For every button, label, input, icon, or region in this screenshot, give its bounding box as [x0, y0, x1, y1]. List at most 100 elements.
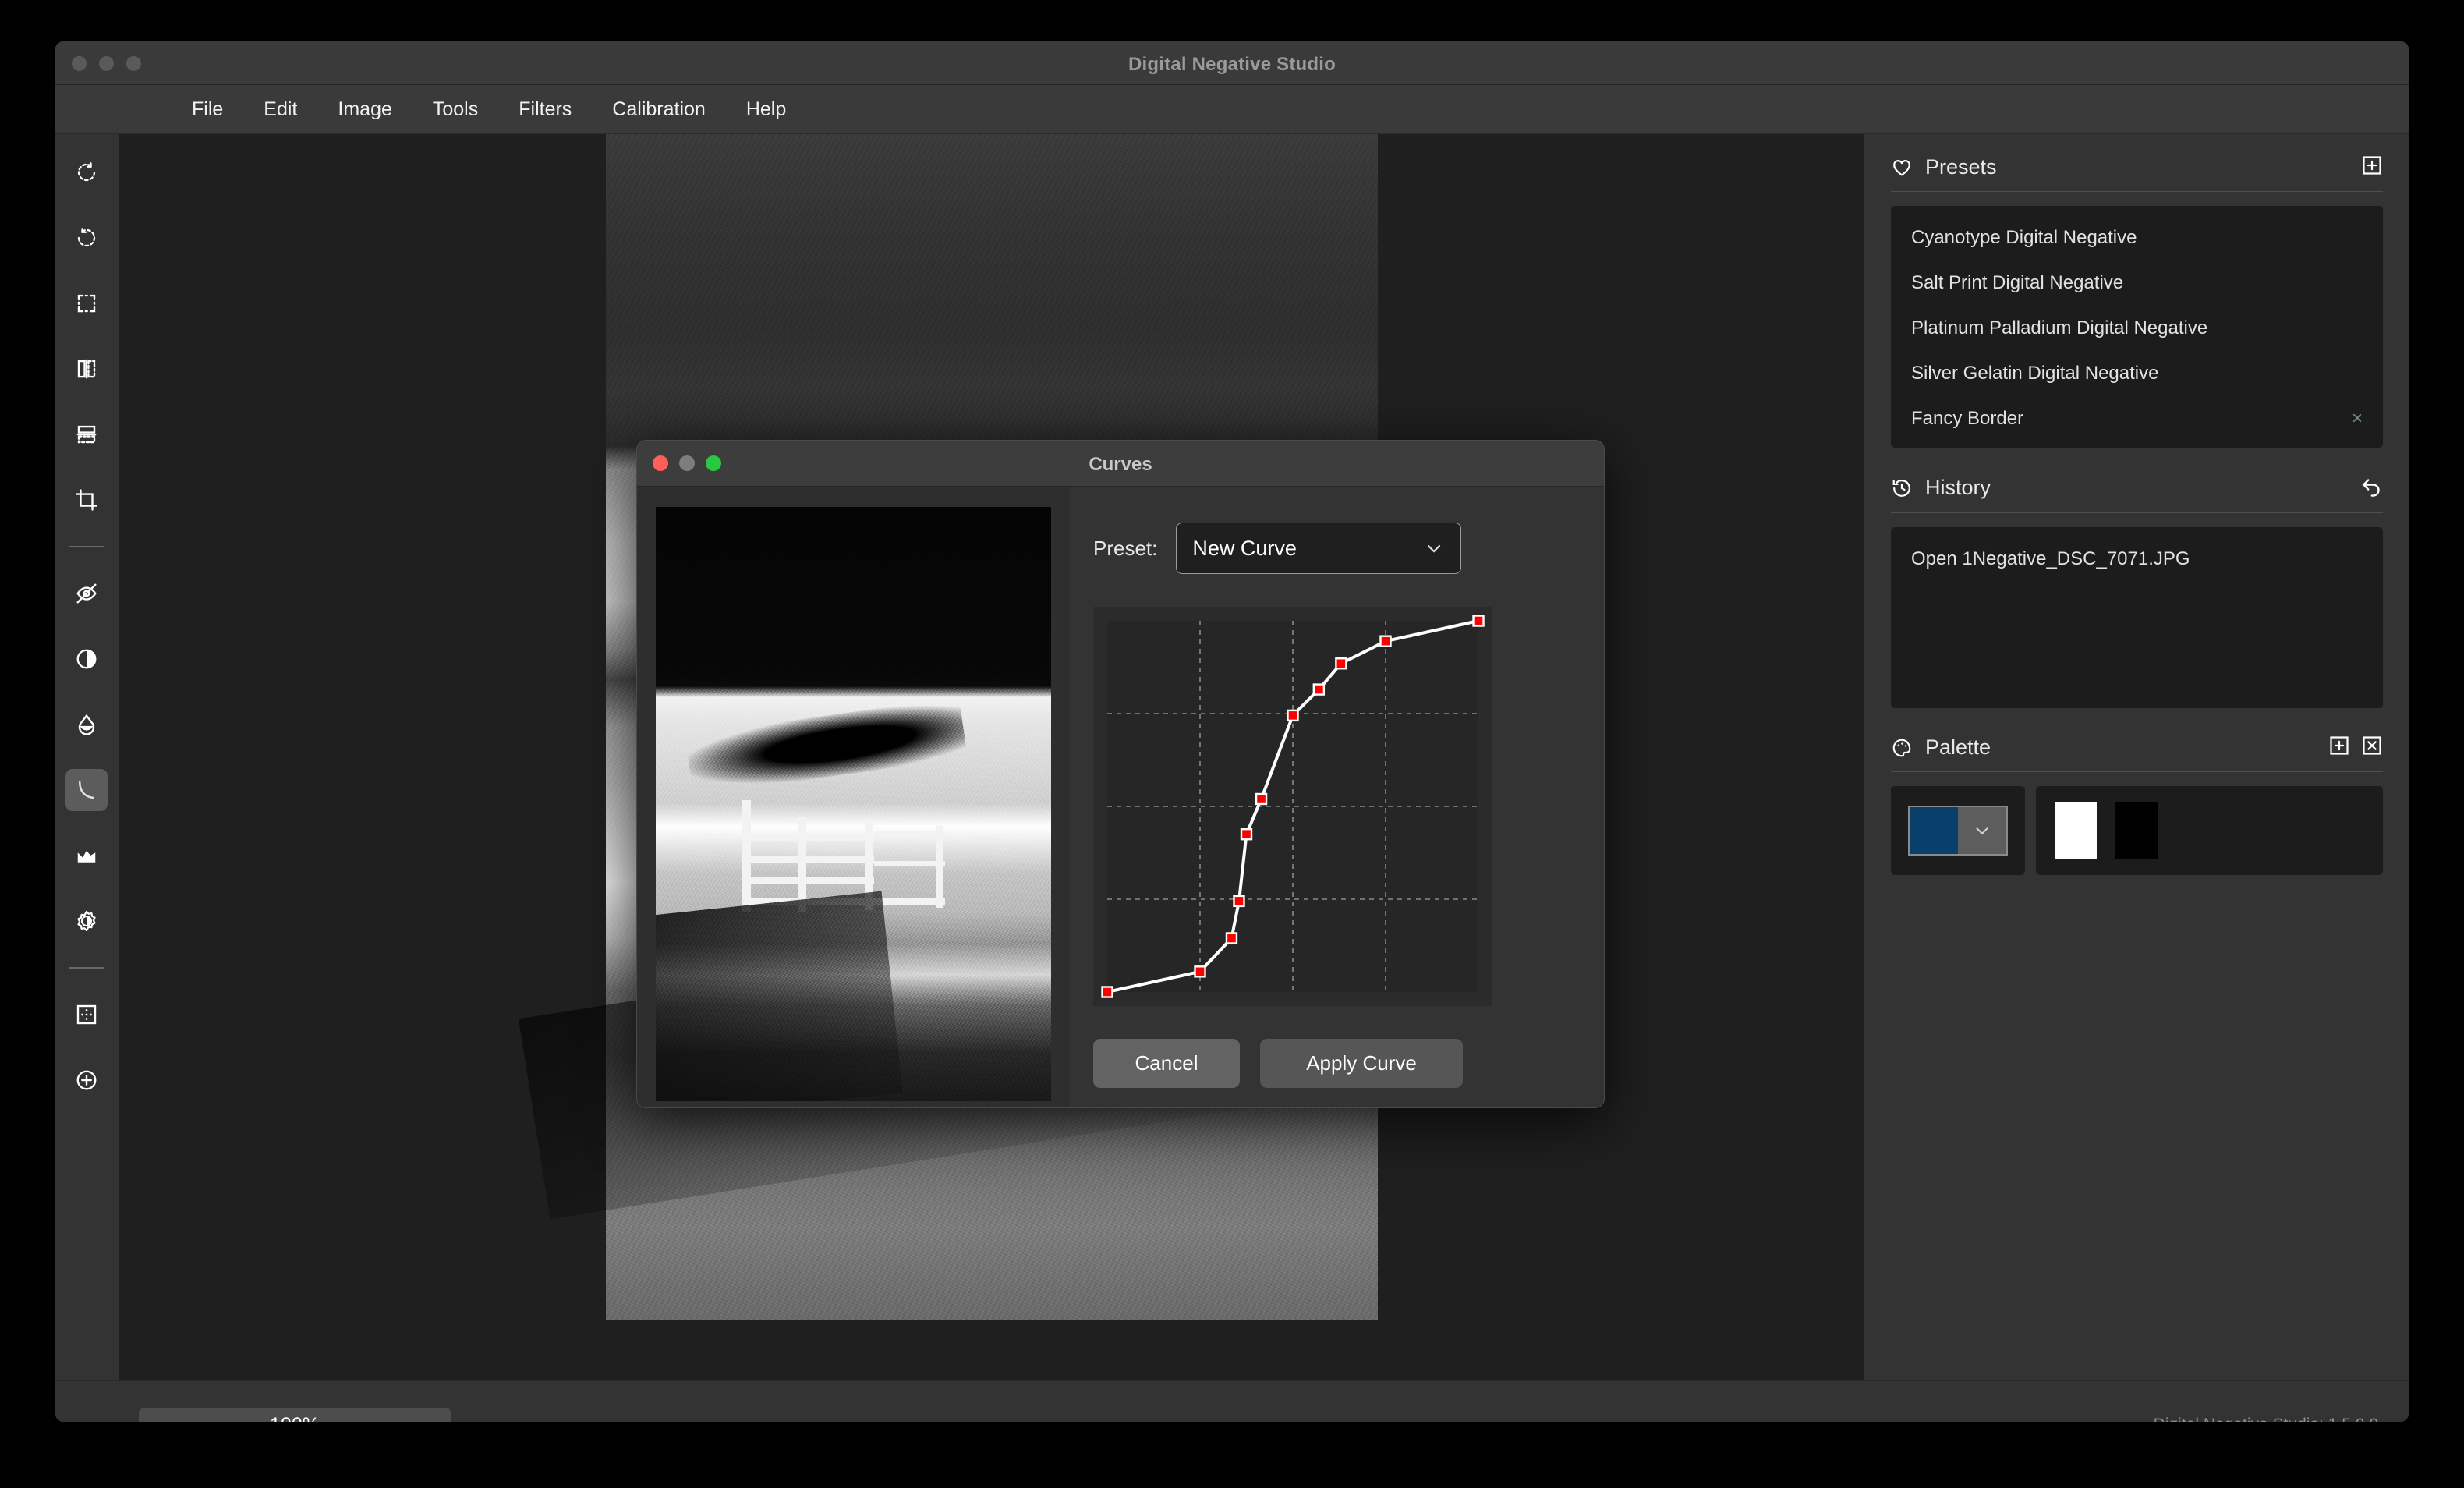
menu-calibration[interactable]: Calibration: [592, 94, 726, 126]
color-picker-container: [1891, 786, 2025, 875]
rotate-counterclockwise-tool[interactable]: [65, 217, 108, 259]
curve-control-point[interactable]: [1225, 932, 1238, 944]
clock-rewind-icon: [1891, 477, 1913, 499]
history-list[interactable]: Open 1Negative_DSC_7071.JPG: [1891, 527, 2383, 708]
curves-dialog: Curves Preset: New Curve Cancel Apply Cu…: [636, 440, 1605, 1108]
invert-visibility-tool[interactable]: [65, 572, 108, 615]
dither-icon: [76, 1004, 97, 1025]
flip-horizontal-tool[interactable]: [65, 348, 108, 390]
palette-divider: [1891, 771, 2383, 772]
flip-vertical-tool[interactable]: [65, 413, 108, 455]
add-circle-icon: [76, 1070, 97, 1090]
brightness-tool[interactable]: [65, 900, 108, 942]
select-rectangle-icon: [77, 294, 96, 313]
palette-swatch-white[interactable]: [2055, 802, 2097, 859]
select-rectangle-tool[interactable]: [65, 282, 108, 324]
palette-title: Palette: [1925, 735, 1991, 759]
curve-preview-image: [656, 507, 1051, 1101]
curve-control-point[interactable]: [1287, 709, 1299, 722]
preset-item-fancy-border[interactable]: Fancy Border ×: [1891, 396, 2383, 441]
menu-help[interactable]: Help: [726, 94, 806, 126]
rotate-clockwise-icon: [77, 162, 96, 182]
curve-preset-row: Preset: New Curve: [1093, 523, 1573, 574]
presets-header: Presets: [1886, 134, 2388, 191]
curves-tool[interactable]: [65, 769, 108, 811]
apply-curve-button[interactable]: Apply Curve: [1260, 1039, 1463, 1088]
curves-dialog-title: Curves: [1089, 454, 1152, 475]
preset-label: Cyanotype Digital Negative: [1911, 227, 2137, 248]
menu-image[interactable]: Image: [317, 94, 412, 126]
add-preset-button[interactable]: [2361, 154, 2383, 180]
tone-curve-editor[interactable]: [1093, 607, 1492, 1006]
contrast-icon: [76, 649, 97, 669]
dither-tool[interactable]: [65, 994, 108, 1036]
window-titlebar: Digital Negative Studio: [55, 41, 2409, 85]
curve-preview-pane: [637, 487, 1070, 1107]
remove-color-button[interactable]: [2361, 735, 2383, 760]
plus-box-icon: [2363, 156, 2381, 175]
application-window: Digital Negative Studio File Edit Image …: [55, 41, 2409, 1422]
preset-label: Silver Gelatin Digital Negative: [1911, 363, 2159, 384]
rotate-counterclockwise-icon: [77, 228, 96, 247]
color-picker-dropdown[interactable]: [1958, 807, 2006, 854]
zoom-level-field[interactable]: 100%: [139, 1408, 451, 1422]
palette-swatch-black[interactable]: [2115, 802, 2158, 859]
curve-control-point[interactable]: [1379, 635, 1392, 647]
current-color-swatch[interactable]: [1910, 807, 1958, 854]
tool-sidebar: [55, 134, 119, 1380]
plus-box-icon: [2330, 736, 2349, 755]
curve-preset-label: Preset:: [1093, 536, 1158, 560]
history-title: History: [1925, 476, 1991, 499]
add-color-button[interactable]: [2328, 735, 2350, 760]
contrast-tool[interactable]: [65, 638, 108, 680]
crop-tool[interactable]: [65, 479, 108, 521]
histogram-tool[interactable]: [65, 834, 108, 877]
flip-vertical-icon: [76, 425, 97, 444]
curve-control-point[interactable]: [1312, 683, 1326, 696]
curves-dialog-body: Preset: New Curve Cancel Apply Curve: [637, 487, 1604, 1107]
droplet-tool[interactable]: [65, 703, 108, 746]
color-picker[interactable]: [1908, 806, 2008, 856]
cancel-button[interactable]: Cancel: [1093, 1039, 1240, 1088]
undo-button[interactable]: [2360, 474, 2383, 501]
plot-background: [1107, 621, 1478, 992]
tone-curve-plot[interactable]: [1093, 607, 1492, 1006]
preset-label: Salt Print Digital Negative: [1911, 272, 2124, 293]
curve-control-point[interactable]: [1240, 828, 1253, 841]
curve-control-point[interactable]: [1233, 895, 1245, 908]
menu-edit[interactable]: Edit: [243, 94, 317, 126]
preset-item-salt-print[interactable]: Salt Print Digital Negative: [1891, 260, 2383, 306]
menu-tools[interactable]: Tools: [412, 94, 498, 126]
histogram-icon: [77, 850, 96, 863]
chevron-down-icon: [1428, 544, 1441, 553]
menu-filters[interactable]: Filters: [498, 94, 592, 126]
history-label: Open 1Negative_DSC_7071.JPG: [1911, 548, 2190, 569]
presets-title: Presets: [1925, 155, 1997, 179]
close-box-icon: [2363, 736, 2381, 755]
presets-divider: [1891, 191, 2383, 192]
add-tool[interactable]: [65, 1059, 108, 1101]
palette-header: Palette: [1886, 708, 2388, 771]
history-item[interactable]: Open 1Negative_DSC_7071.JPG: [1891, 537, 2383, 582]
curve-control-point[interactable]: [1101, 986, 1113, 998]
preset-item-platinum-palladium[interactable]: Platinum Palladium Digital Negative: [1891, 306, 2383, 351]
history-divider: [1891, 512, 2383, 513]
toolbar-divider-2: [69, 967, 104, 969]
presets-list[interactable]: Cyanotype Digital Negative Salt Print Di…: [1891, 206, 2383, 448]
preview-grain-overlay: [656, 507, 1051, 1101]
crop-icon: [76, 489, 97, 511]
remove-preset-icon[interactable]: ×: [2352, 408, 2363, 430]
curve-control-point[interactable]: [1472, 615, 1485, 627]
curve-control-point[interactable]: [1194, 965, 1206, 978]
curve-control-point[interactable]: [1335, 657, 1347, 670]
preset-item-silver-gelatin[interactable]: Silver Gelatin Digital Negative: [1891, 351, 2383, 396]
preset-item-cyanotype[interactable]: Cyanotype Digital Negative: [1891, 215, 2383, 260]
curve-preset-select[interactable]: New Curve: [1176, 523, 1462, 574]
preset-label: Platinum Palladium Digital Negative: [1911, 317, 2208, 338]
rotate-clockwise-tool[interactable]: [65, 151, 108, 193]
heart-icon: [1891, 157, 1913, 179]
curve-control-point[interactable]: [1255, 792, 1268, 806]
preset-label: Fancy Border: [1911, 408, 2024, 429]
curves-icon: [79, 781, 94, 799]
menu-file[interactable]: File: [172, 94, 243, 126]
